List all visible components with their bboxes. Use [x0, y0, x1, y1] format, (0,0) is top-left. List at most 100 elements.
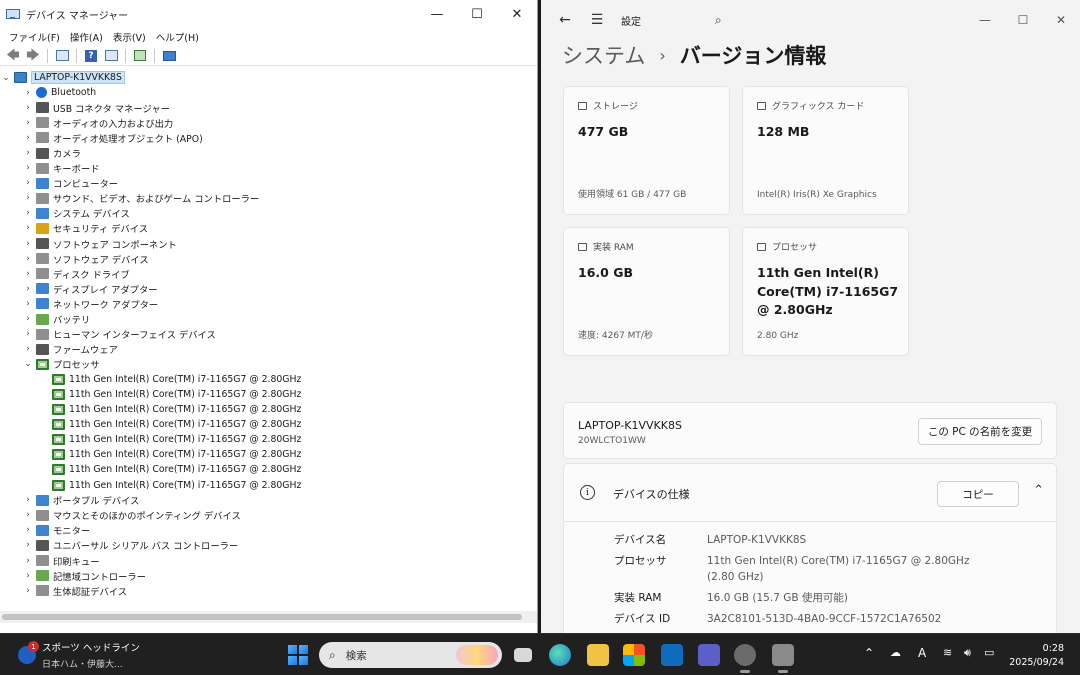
- tree-category[interactable]: › バッテリ: [0, 312, 538, 327]
- battery-icon[interactable]: ▭: [984, 646, 994, 659]
- maximize-button[interactable]: ☐: [457, 0, 497, 28]
- volume-icon[interactable]: 🔊︎: [964, 646, 971, 660]
- chevron-right-icon[interactable]: ›: [22, 103, 34, 113]
- tree-device[interactable]: 11th Gen Intel(R) Core(TM) i7-1165G7 @ 2…: [0, 372, 538, 387]
- menu-help[interactable]: ヘルプ(H): [151, 30, 204, 44]
- outlook-icon[interactable]: [661, 644, 683, 666]
- menu-action[interactable]: 操作(A): [65, 30, 108, 44]
- properties-button[interactable]: [102, 48, 120, 64]
- tree-device[interactable]: 11th Gen Intel(R) Core(TM) i7-1165G7 @ 2…: [0, 402, 538, 417]
- update-driver-button[interactable]: [131, 48, 149, 64]
- hamburger-menu-icon[interactable]: ☰: [585, 12, 609, 28]
- chevron-right-icon[interactable]: ›: [22, 223, 34, 233]
- tree-category[interactable]: › ディスク ドライブ: [0, 266, 538, 281]
- start-button[interactable]: [288, 645, 308, 665]
- chevron-right-icon[interactable]: ›: [22, 118, 34, 128]
- chevron-right-icon[interactable]: ›: [22, 586, 34, 596]
- spec-value[interactable]: LAPTOP-K1VVKK8S: [707, 532, 1007, 548]
- tree-device[interactable]: 11th Gen Intel(R) Core(TM) i7-1165G7 @ 2…: [0, 432, 538, 447]
- tree-category[interactable]: › 記憶域コントローラー: [0, 568, 538, 583]
- back-button[interactable]: 🡄: [4, 48, 22, 64]
- tree-device[interactable]: 11th Gen Intel(R) Core(TM) i7-1165G7 @ 2…: [0, 462, 538, 477]
- chevron-right-icon[interactable]: ›: [22, 495, 34, 505]
- forward-button[interactable]: 🡆: [24, 48, 42, 64]
- copy-button[interactable]: コピー: [937, 481, 1019, 507]
- tree-category[interactable]: › ネットワーク アダプター: [0, 296, 538, 311]
- spec-value[interactable]: 16.0 GB (15.7 GB 使用可能): [707, 590, 1007, 606]
- chevron-right-icon[interactable]: ›: [22, 284, 34, 294]
- help-button[interactable]: ?: [82, 48, 100, 64]
- tree-category[interactable]: ⌄ プロセッサ: [0, 357, 538, 372]
- search-icon[interactable]: ⌕: [715, 13, 722, 28]
- microsoft-store-icon[interactable]: [623, 644, 645, 666]
- ram-card[interactable]: 実装 RAM 16.0 GB 速度: 4267 MT/秒: [563, 227, 730, 356]
- device-spec-header[interactable]: i デバイスの仕様 コピー ⌃: [563, 463, 1057, 522]
- tree-category[interactable]: › カメラ: [0, 145, 538, 160]
- tree-category[interactable]: › Bluetooth: [0, 85, 538, 100]
- chevron-right-icon[interactable]: ›: [22, 193, 34, 203]
- tree-category[interactable]: › コンピューター: [0, 176, 538, 191]
- breadcrumb-parent[interactable]: システム: [562, 40, 645, 70]
- tree-category[interactable]: › 印刷キュー: [0, 553, 538, 568]
- minimize-button[interactable]: —: [966, 6, 1004, 34]
- cloud-off-icon[interactable]: ☁: [890, 646, 901, 659]
- minimize-button[interactable]: —: [417, 0, 457, 28]
- taskbar-search[interactable]: ⌕ 検索: [319, 642, 502, 668]
- tree-device[interactable]: 11th Gen Intel(R) Core(TM) i7-1165G7 @ 2…: [0, 387, 538, 402]
- edge-icon[interactable]: [549, 644, 571, 666]
- task-view-icon[interactable]: [514, 648, 532, 662]
- chevron-right-icon[interactable]: ›: [22, 314, 34, 324]
- tree-category[interactable]: › 生体認証デバイス: [0, 583, 538, 598]
- ime-indicator[interactable]: A: [918, 646, 926, 660]
- tree-category[interactable]: › ソフトウェア デバイス: [0, 251, 538, 266]
- chevron-right-icon[interactable]: ›: [22, 88, 34, 98]
- tree-category[interactable]: › システム デバイス: [0, 206, 538, 221]
- spec-value[interactable]: 11th Gen Intel(R) Core(TM) i7-1165G7 @ 2…: [707, 553, 997, 585]
- chevron-right-icon[interactable]: ›: [22, 178, 34, 188]
- chevron-right-icon[interactable]: ›: [22, 525, 34, 535]
- chevron-right-icon[interactable]: ›: [22, 269, 34, 279]
- news-widget[interactable]: 1 スポーツ ヘッドライン 日本ハム・伊藤大...: [18, 640, 140, 670]
- scan-hardware-button[interactable]: [160, 48, 178, 64]
- show-hide-console-tree-button[interactable]: [53, 48, 71, 64]
- chevron-right-icon[interactable]: ›: [22, 556, 34, 566]
- processor-card[interactable]: プロセッサ 11th Gen Intel(R) Core(TM) i7-1165…: [742, 227, 909, 356]
- rename-pc-button[interactable]: この PC の名前を変更: [918, 418, 1042, 445]
- tree-category[interactable]: › ディスプレイ アダプター: [0, 281, 538, 296]
- tree-category[interactable]: › オーディオの入力および出力: [0, 115, 538, 130]
- tree-device[interactable]: 11th Gen Intel(R) Core(TM) i7-1165G7 @ 2…: [0, 417, 538, 432]
- tree-category[interactable]: › サウンド、ビデオ、およびゲーム コントローラー: [0, 191, 538, 206]
- tree-category[interactable]: › ヒューマン インターフェイス デバイス: [0, 327, 538, 342]
- chevron-down-icon[interactable]: ⌄: [0, 73, 12, 83]
- storage-card[interactable]: ストレージ 477 GB 使用領域 61 GB / 477 GB: [563, 86, 730, 215]
- tree-category[interactable]: › ソフトウェア コンポーネント: [0, 236, 538, 251]
- chevron-right-icon[interactable]: ›: [22, 148, 34, 158]
- tree-category[interactable]: › マウスとそのほかのポインティング デバイス: [0, 508, 538, 523]
- chevron-right-icon[interactable]: ›: [22, 254, 34, 264]
- tree-category[interactable]: › ユニバーサル シリアル バス コントローラー: [0, 538, 538, 553]
- chevron-right-icon[interactable]: ›: [22, 239, 34, 249]
- file-explorer-icon[interactable]: [587, 644, 609, 666]
- chevron-right-icon[interactable]: ›: [22, 133, 34, 143]
- tree-device[interactable]: 11th Gen Intel(R) Core(TM) i7-1165G7 @ 2…: [0, 447, 538, 462]
- back-arrow-icon[interactable]: ←: [553, 12, 577, 28]
- maximize-button[interactable]: ☐: [1004, 6, 1042, 34]
- tree-category[interactable]: › セキュリティ デバイス: [0, 221, 538, 236]
- menu-view[interactable]: 表示(V): [108, 30, 151, 44]
- chevron-right-icon[interactable]: ›: [22, 510, 34, 520]
- teams-icon[interactable]: [698, 644, 720, 666]
- chevron-down-icon[interactable]: ⌄: [22, 359, 34, 369]
- tree-category[interactable]: › キーボード: [0, 161, 538, 176]
- tree-category[interactable]: › ポータブル デバイス: [0, 493, 538, 508]
- wifi-icon[interactable]: ≋: [943, 646, 952, 659]
- menu-file[interactable]: ファイル(F): [4, 30, 65, 44]
- chevron-right-icon[interactable]: ›: [22, 163, 34, 173]
- chevron-up-icon[interactable]: ⌃: [864, 646, 874, 660]
- clock[interactable]: 0:28 2025/09/24: [1009, 642, 1064, 670]
- chevron-right-icon[interactable]: ›: [22, 299, 34, 309]
- tree-category[interactable]: › USB コネクタ マネージャー: [0, 100, 538, 115]
- chevron-right-icon[interactable]: ›: [22, 329, 34, 339]
- tree-category[interactable]: › モニター: [0, 523, 538, 538]
- tree-category[interactable]: › オーディオ処理オブジェクト (APO): [0, 130, 538, 145]
- horizontal-scrollbar[interactable]: [0, 611, 537, 623]
